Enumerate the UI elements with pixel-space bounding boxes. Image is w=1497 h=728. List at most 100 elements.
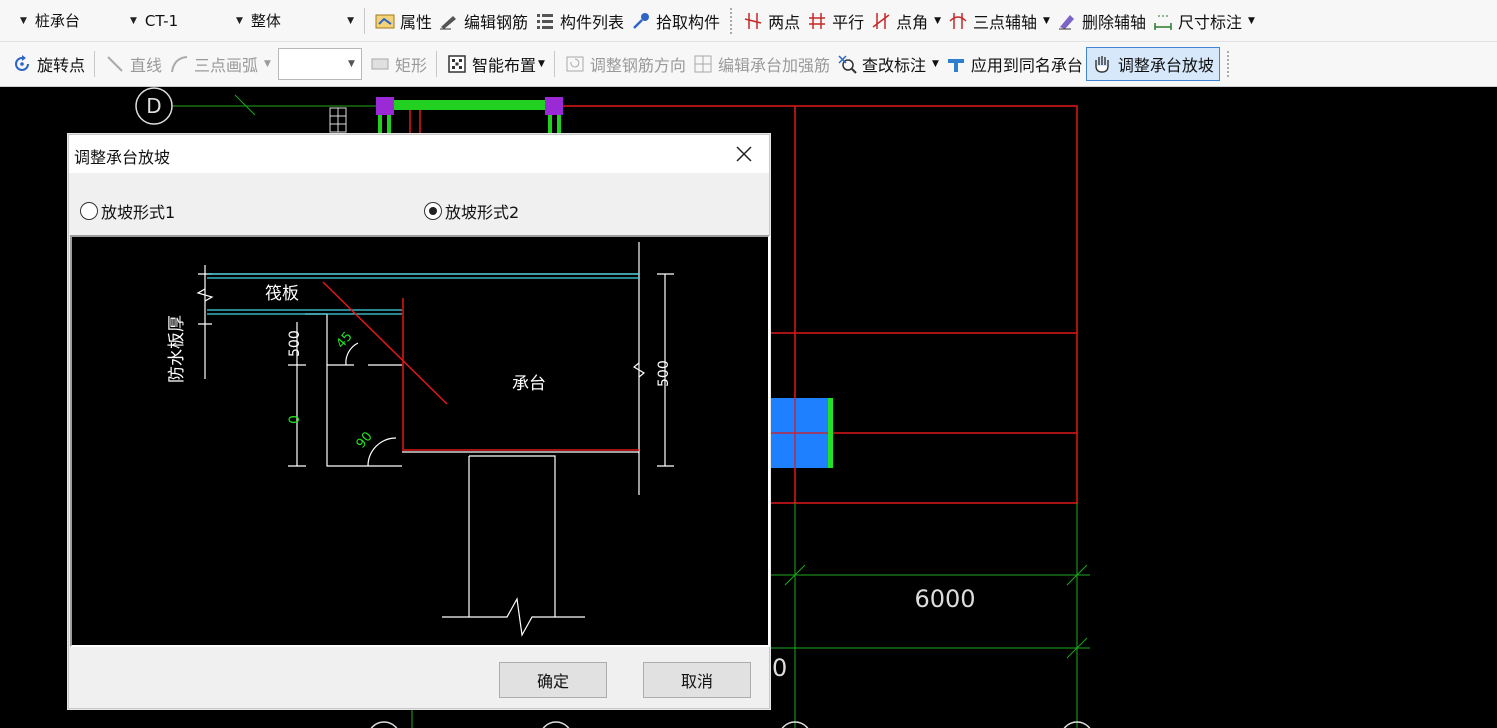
check-label-button[interactable]: 查改标注 ▼	[833, 48, 942, 80]
slope-preview-diagram: 筏板 承台 防水板厚 500 0 500 45 90	[70, 235, 770, 647]
chevron-down-icon: ▼	[264, 59, 271, 69]
adjust-rebar-direction-label: 调整钢筋方向	[589, 56, 686, 75]
axis-label-d: D	[146, 94, 161, 118]
three-point-arc-label: 三点画弧	[194, 56, 259, 75]
list-icon	[534, 10, 556, 32]
point-angle-icon	[870, 10, 892, 32]
three-point-aux-button[interactable]: 三点辅轴 ▼	[944, 5, 1053, 37]
properties-button[interactable]: 属性	[371, 5, 435, 37]
chevron-down-icon: ▼	[347, 15, 354, 26]
component-type-value: 桩承台	[34, 12, 80, 30]
slope-diagram-svg: 筏板 承台 防水板厚 500 0 500 45 90	[167, 242, 674, 637]
chevron-down-icon: ▼	[236, 15, 243, 26]
scope-value: 整体	[250, 12, 281, 30]
adjust-cap-slope-button[interactable]: 调整承台放坡	[1085, 47, 1220, 81]
rectangle-label: 矩形	[394, 56, 427, 75]
cap-rebar-icon	[692, 53, 714, 75]
separator	[1226, 51, 1229, 77]
straight-line-label: 直线	[130, 56, 163, 75]
scope-combo[interactable]: ▼ 整体 ▼	[236, 6, 358, 36]
chevron-down-icon: ▼	[538, 59, 545, 69]
toolbar-row-1: ▼ 桩承台 ▼ CT-1 ▼ 整体 ▼ 属性 编辑钢筋 构件列表 拾取构件 两点…	[0, 0, 1497, 42]
dialog-title: 调整承台放坡	[74, 148, 171, 167]
pencil-icon	[438, 10, 460, 32]
radio-button-checked-icon	[424, 202, 442, 220]
raft-bottom-line	[207, 309, 402, 315]
component-name-value: CT-1	[144, 11, 179, 30]
two-points-label: 两点	[768, 12, 801, 32]
chevron-down-icon: ▼	[348, 59, 355, 69]
dimension-label: 尺寸标注	[1177, 12, 1242, 32]
check-label-label: 查改标注	[861, 56, 926, 75]
dimension-button[interactable]: 尺寸标注 ▼	[1149, 5, 1258, 37]
chevron-down-icon: ▼	[20, 15, 27, 26]
separator	[94, 51, 96, 77]
angle-45-label: 45	[334, 329, 356, 351]
three-point-aux-label: 三点辅轴	[973, 12, 1038, 32]
three-point-arc-button[interactable]: 三点画弧 ▼	[165, 48, 274, 80]
adjust-cap-slope-label: 调整承台放坡	[1117, 56, 1214, 75]
point-angle-button[interactable]: 点角 ▼	[867, 5, 944, 37]
straight-line-button[interactable]: 直线	[101, 48, 165, 80]
smart-layout-label: 智能布置	[471, 56, 536, 75]
cancel-button[interactable]: 取消	[643, 662, 751, 698]
pick-component-button[interactable]: 拾取构件	[627, 5, 723, 37]
waterproof-thickness-label: 防水板厚	[167, 315, 187, 383]
parallel-button[interactable]: 平行	[803, 5, 867, 37]
slope-option-1-label: 放坡形式1	[101, 203, 176, 222]
magnifier-icon	[836, 53, 858, 75]
component-type-combo[interactable]: ▼ 桩承台	[20, 6, 130, 36]
separator	[364, 7, 365, 34]
raft-label: 筏板	[265, 284, 299, 304]
two-points-button[interactable]: 两点	[739, 5, 803, 37]
apply-same-name-button[interactable]: 应用到同名承台	[942, 48, 1086, 80]
dimension-partial: 0	[772, 654, 787, 682]
smart-layout-button[interactable]: 智能布置 ▼	[443, 48, 548, 80]
component-list-button[interactable]: 构件列表	[531, 5, 627, 37]
close-icon[interactable]	[733, 143, 755, 165]
rectangle-button[interactable]: 矩形	[366, 48, 430, 80]
dim-500-left: 500	[287, 330, 303, 357]
edit-rebar-label: 编辑钢筋	[464, 12, 529, 32]
two-points-axis-icon	[742, 10, 764, 32]
cap-label: 承台	[512, 374, 546, 394]
parallel-label: 平行	[832, 12, 865, 32]
properties-label: 属性	[400, 12, 433, 32]
adjust-cap-slope-dialog: 调整承台放坡 放坡形式1 放坡形式2 筏板 承台 防水板厚 500 0 500 …	[68, 134, 770, 709]
eraser-icon	[1056, 10, 1078, 32]
edit-cap-rebar-label: 编辑承台加强筋	[717, 56, 830, 75]
dialog-title-bar: 调整承台放坡	[69, 135, 769, 173]
edit-cap-rebar-button[interactable]: 编辑承台加强筋	[689, 48, 833, 80]
column-marker	[545, 97, 563, 115]
apply-same-name-label: 应用到同名承台	[970, 56, 1083, 75]
separator	[730, 7, 733, 34]
beam-segment	[385, 100, 555, 110]
rebar-direction-icon	[564, 53, 586, 75]
rotate-point-label: 旋转点	[37, 56, 86, 75]
chevron-down-icon: ▼	[931, 59, 939, 69]
rotate-icon	[11, 53, 33, 75]
shape-select[interactable]: ▼	[277, 48, 362, 80]
vertical-label-fragment	[329, 107, 347, 133]
apply-icon	[945, 53, 967, 75]
adjust-rebar-direction-button[interactable]: 调整钢筋方向	[561, 48, 689, 80]
toolbar-row-2: 旋转点 直线 三点画弧 ▼ ▼ 矩形 智能布置 ▼ 调整钢筋方向 编辑承台加强筋…	[0, 42, 1497, 87]
column-marker	[376, 97, 394, 115]
slope-option-2-radio[interactable]: 放坡形式2	[424, 199, 519, 223]
ok-button[interactable]: 确定	[499, 662, 607, 698]
component-name-combo[interactable]: ▼ CT-1	[130, 6, 236, 36]
delete-aux-label: 删除辅轴	[1081, 12, 1146, 32]
slope-option-2-label: 放坡形式2	[445, 203, 520, 222]
parallel-axis-icon	[806, 10, 828, 32]
delete-aux-button[interactable]: 删除辅轴	[1053, 5, 1149, 37]
point-angle-label: 点角	[896, 12, 929, 32]
cap-slope-outline	[322, 281, 639, 451]
bottom-axis-bubbles	[370, 721, 1091, 728]
separator	[553, 51, 555, 77]
rotate-point-button[interactable]: 旋转点	[8, 48, 88, 80]
dim-0-left: 0	[287, 415, 303, 424]
slope-option-1-radio[interactable]: 放坡形式1	[80, 199, 175, 223]
smart-layout-icon	[446, 53, 468, 75]
edit-rebar-button[interactable]: 编辑钢筋	[435, 5, 531, 37]
dimension-icon	[1152, 10, 1174, 32]
